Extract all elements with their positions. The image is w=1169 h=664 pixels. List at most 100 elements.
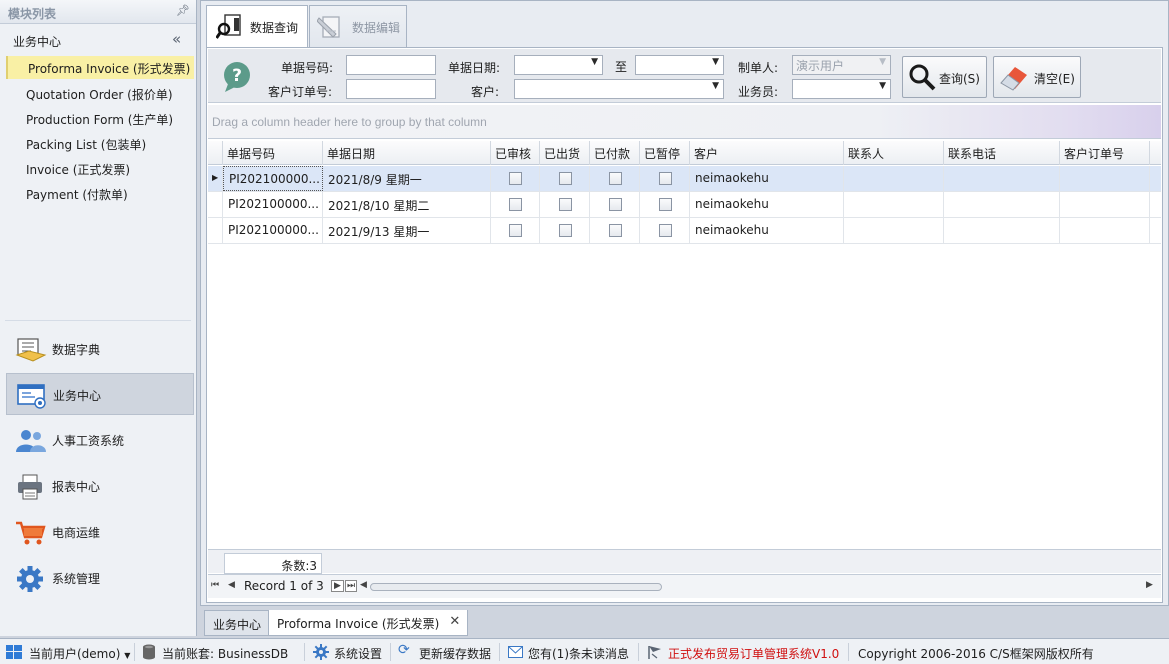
cell-customer-order[interactable] xyxy=(1060,192,1150,217)
cell-phone[interactable] xyxy=(944,166,1060,191)
tab-data-edit[interactable]: 数据编辑 xyxy=(309,5,407,47)
cell-customer[interactable]: neimaokehu xyxy=(690,192,844,217)
group-panel-hint: Drag a column header here to group by th… xyxy=(212,115,487,129)
cell-contact[interactable] xyxy=(844,166,944,191)
first-record-icon[interactable]: ⏮ xyxy=(211,580,219,590)
salesman-select[interactable]: ▼ xyxy=(792,79,891,99)
cell-customer-order[interactable] xyxy=(1060,218,1150,243)
unread-messages-link[interactable]: 您有(1)条未读消息 xyxy=(528,645,629,662)
cell-shipped[interactable] xyxy=(540,218,590,243)
cell-doc-date[interactable]: 2021/8/9 星期一 xyxy=(323,166,491,191)
cell-shipped[interactable] xyxy=(540,166,590,191)
suspended-checkbox[interactable] xyxy=(658,172,672,185)
cell-doc-date[interactable]: 2021/9/13 星期一 xyxy=(323,218,491,243)
cell-customer-order[interactable] xyxy=(1060,166,1150,191)
paid-checkbox[interactable] xyxy=(608,172,622,185)
cell-phone[interactable] xyxy=(944,218,1060,243)
column-header-phone[interactable]: 联系电话 xyxy=(944,141,1060,165)
date-to-label: 至 xyxy=(615,60,628,74)
sidebar-item-production-form[interactable]: Production Form (生产单) xyxy=(6,107,194,130)
doc-tab-proforma-invoice[interactable]: Proforma Invoice (形式发票) ✕ xyxy=(268,610,469,636)
query-button[interactable]: 查询(S) xyxy=(902,56,987,98)
cell-doc-no[interactable]: PI202100000... xyxy=(223,192,323,217)
cell-paid[interactable] xyxy=(590,166,640,191)
scroll-right-icon[interactable]: ▶ xyxy=(1146,580,1153,590)
column-header-suspended[interactable]: 已暂停 xyxy=(640,141,690,165)
cell-contact[interactable] xyxy=(844,218,944,243)
audited-checkbox[interactable] xyxy=(509,198,522,211)
cell-customer[interactable]: neimaokehu xyxy=(690,166,844,191)
cell-suspended[interactable] xyxy=(640,218,690,243)
cell-doc-date[interactable]: 2021/8/10 星期二 xyxy=(323,192,491,217)
column-header-paid[interactable]: 已付款 xyxy=(590,141,640,165)
cell-suspended[interactable] xyxy=(640,166,690,191)
column-header-customer-order[interactable]: 客户订单号 xyxy=(1060,141,1150,165)
tab-data-query[interactable]: 数据查询 xyxy=(206,5,308,47)
column-header-doc-date[interactable]: 单据日期 xyxy=(323,141,491,165)
cell-phone[interactable] xyxy=(944,192,1060,217)
system-settings-link[interactable]: 系统设置 xyxy=(334,645,382,662)
cell-contact[interactable] xyxy=(844,192,944,217)
last-record-icon[interactable]: ⏭ xyxy=(345,580,358,592)
cell-doc-no[interactable]: PI202100000... xyxy=(223,218,323,243)
sidebar-item-packing-list[interactable]: Packing List (包装单) xyxy=(6,132,194,155)
prev-record-icon[interactable]: ◀ xyxy=(228,580,235,590)
doc-date-to-picker[interactable]: ▼ xyxy=(635,55,724,75)
sidebar-item-quotation-order[interactable]: Quotation Order (报价单) xyxy=(6,82,194,105)
customer-select[interactable]: ▼ xyxy=(514,79,724,99)
shipped-checkbox[interactable] xyxy=(558,172,572,185)
suspended-checkbox[interactable] xyxy=(658,224,672,237)
cell-doc-no[interactable]: PI202100000... xyxy=(223,166,323,191)
suspended-checkbox[interactable] xyxy=(658,198,672,211)
next-record-icon[interactable]: ▶ xyxy=(331,580,344,592)
doc-no-input[interactable] xyxy=(346,55,436,75)
refresh-cache-link[interactable]: 更新缓存数据 xyxy=(419,645,491,662)
paid-checkbox[interactable] xyxy=(608,198,622,211)
nav-button-business-center[interactable]: 业务中心 xyxy=(6,373,194,415)
sidebar-splitter[interactable] xyxy=(5,320,191,321)
customer-order-input[interactable] xyxy=(346,79,436,99)
nav-button-system-management[interactable]: 系统管理 xyxy=(6,557,194,599)
doc-date-from-picker[interactable]: ▼ xyxy=(514,55,603,75)
scroll-left-icon[interactable]: ◀ xyxy=(360,580,367,590)
table-row[interactable]: PI202100000... 2021/9/13 星期一 neimaokehu xyxy=(208,218,1161,244)
cell-paid[interactable] xyxy=(590,192,640,217)
cell-customer[interactable]: neimaokehu xyxy=(690,218,844,243)
double-chevron-left-icon[interactable]: « xyxy=(172,30,181,48)
cell-audited[interactable] xyxy=(491,192,540,217)
horizontal-scrollbar[interactable] xyxy=(370,583,662,591)
sidebar-item-proforma-invoice[interactable]: Proforma Invoice (形式发票) xyxy=(6,56,194,79)
column-header-audited[interactable]: 已审核 xyxy=(491,141,540,165)
current-user-menu[interactable]: 当前用户(demo) ▼ xyxy=(29,645,130,662)
paid-checkbox[interactable] xyxy=(608,224,622,237)
audited-checkbox[interactable] xyxy=(509,172,522,185)
column-header-shipped[interactable]: 已出货 xyxy=(540,141,590,165)
cell-paid[interactable] xyxy=(590,218,640,243)
cell-shipped[interactable] xyxy=(540,192,590,217)
column-header-customer[interactable]: 客户 xyxy=(690,141,844,165)
doc-tab-business-center[interactable]: 业务中心 xyxy=(204,610,271,636)
cell-audited[interactable] xyxy=(491,218,540,243)
release-notice-link[interactable]: 正式发布贸易订单管理系统V1.0 xyxy=(668,645,839,662)
close-icon[interactable]: ✕ xyxy=(449,614,460,629)
cell-audited[interactable] xyxy=(491,166,540,191)
pin-icon[interactable]: 📌︎ xyxy=(176,4,190,17)
shipped-checkbox[interactable] xyxy=(558,224,572,237)
nav-button-data-dictionary[interactable]: 数据字典 xyxy=(6,328,194,370)
cell-suspended[interactable] xyxy=(640,192,690,217)
nav-button-ecommerce[interactable]: 电商运维 xyxy=(6,511,194,553)
sidebar-item-invoice[interactable]: Invoice (正式发票) xyxy=(6,157,194,180)
clear-button[interactable]: 清空(E) xyxy=(993,56,1081,98)
column-header-contact[interactable]: 联系人 xyxy=(844,141,944,165)
shipped-checkbox[interactable] xyxy=(558,198,572,211)
nav-button-report-center[interactable]: 报表中心 xyxy=(6,465,194,507)
maker-select[interactable]: 演示用户 ▼ xyxy=(792,55,891,75)
sidebar-group-header[interactable]: 业务中心 « xyxy=(0,28,196,52)
sidebar-item-payment[interactable]: Payment (付款单) xyxy=(6,182,194,205)
table-row[interactable]: PI202100000... 2021/8/10 星期二 neimaokehu xyxy=(208,192,1161,218)
table-row[interactable]: ▶ PI202100000... 2021/8/9 星期一 neimaokehu xyxy=(208,166,1161,192)
nav-button-hr-payroll[interactable]: 人事工资系统 xyxy=(6,419,194,461)
group-panel[interactable]: Drag a column header here to group by th… xyxy=(208,105,1161,139)
audited-checkbox[interactable] xyxy=(509,224,522,237)
column-header-doc-no[interactable]: 单据号码 xyxy=(223,141,323,165)
